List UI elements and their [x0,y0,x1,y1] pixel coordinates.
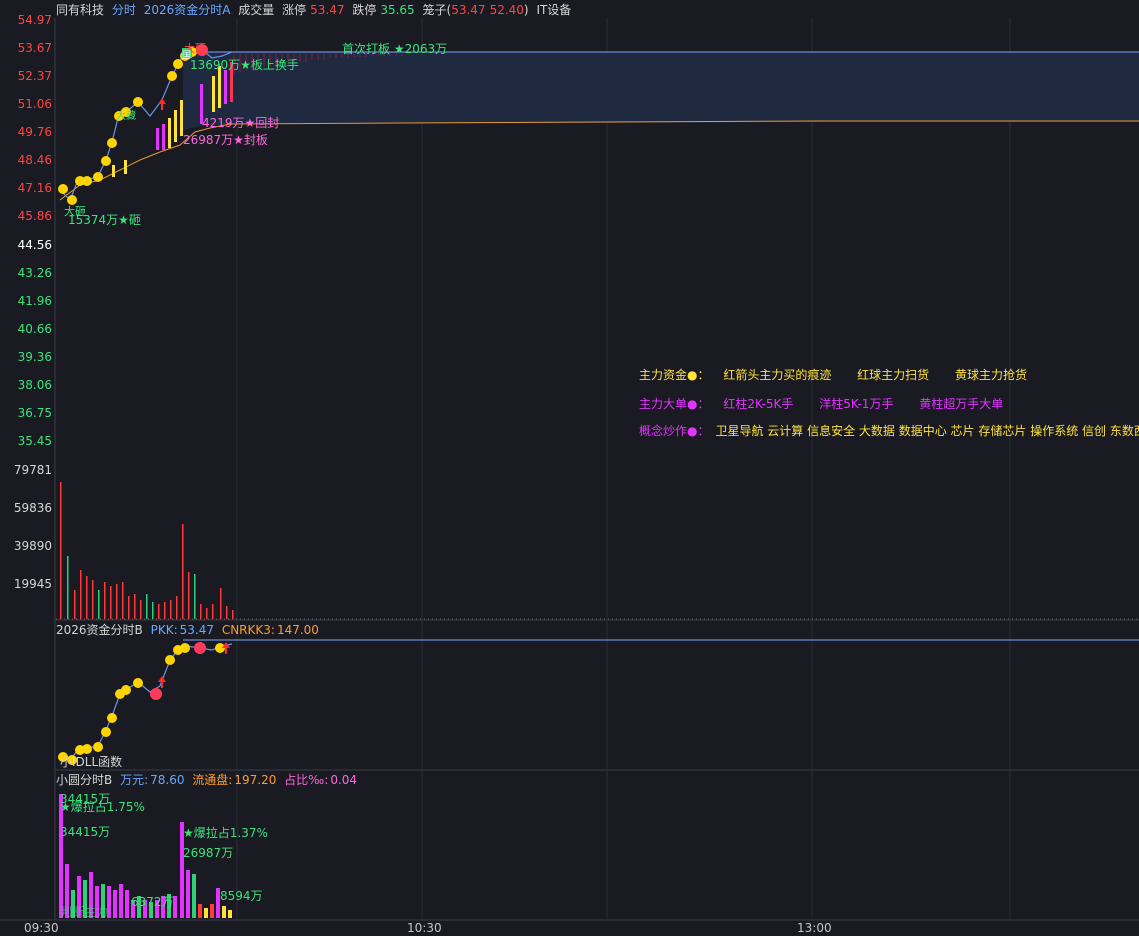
chart-canvas[interactable] [0,0,1139,936]
volume-bars [60,482,234,619]
time-tick: 10:30 [407,921,442,935]
wan-label: 万元: [120,773,149,787]
float-label: 流通盘: [192,773,233,787]
legend-row3-label: 概念炒作●： [639,424,710,438]
price-fill-area [183,52,1139,130]
panel-b-line [59,643,233,761]
ratio-label: 占比‰: [284,773,329,787]
panel-c-annotation: 8594万 [220,889,263,903]
time-tick: 09:30 [24,921,59,935]
panel-b-red-ball-icon [150,688,162,700]
panel-c-annotation: 26987万 [183,846,234,860]
cn-label: CNRKK3: [221,623,275,637]
panel-c-annotation: ★爆拉占1.37% [183,826,268,840]
header-c: 小圆分时B 万元: 78.60 流通盘: 197.20 占比‰: 0.04 [56,772,361,788]
wan-value: 78.60 [150,773,185,787]
annotation-first-board: 首次打板 ★2063万 [342,42,448,56]
legend-row-main-fund: 主力资金●： 红箭头主力买的痕迹 红球主力扫货 黄球主力抢货 [639,366,1037,383]
panel-b-footer: 小IDLL函数 [60,755,123,769]
legend-row2-label: 主力大单●： [639,397,710,411]
legend-row2-item: 黄柱超万手大单 [919,397,1004,411]
panel-b-red-ball-icon [194,642,206,654]
panel-c-annotation: 判断主力 [60,905,109,919]
panel-c-annotation: 34415万 [60,825,111,839]
pkk-label: PKK: [150,623,178,637]
ratio-value: 0.04 [330,773,358,787]
panel-c-annotation: ★爆拉占1.75% [60,800,145,814]
legend-row3-items: 卫星导航 云计算 信息安全 大数据 数据中心 芯片 存储芯片 操作系统 信创 东… [715,424,1139,438]
legend-row-big-orders: 主力大单●： 红柱2K-5K手 洋柱5K-1万手 黄柱超万手大单 [639,395,1013,412]
legend-row1-item: 红箭头主力买的痕迹 [723,368,832,382]
legend-row1-label: 主力资金●： [639,368,710,382]
header-b: 2026资金分时B PKK: 53.47 CNRKK3: 147.00 [56,622,323,638]
red-arrow-icon [158,98,166,110]
indicator-c-label[interactable]: 小圆分时B [56,773,112,787]
annotation-board-change: 13690万★板上换手 [190,58,299,72]
annotation-tag-pull: 大砸 [64,205,86,218]
time-tick: 13:00 [797,921,832,935]
panel-b-dots [58,643,225,765]
legend-row1-item: 黄球主力抢货 [955,368,1028,382]
legend-row2-item: 红柱2K-5K手 [723,397,794,411]
legend-row-concepts: 概念炒作●： 卫星导航 云计算 信息安全 大数据 数据中心 芯片 存储芯片 操作系… [639,422,1139,439]
panel-b-red-arrow-icon [222,642,230,654]
float-value: 197.20 [234,773,277,787]
annotation-tag-tl: 国 [182,51,192,61]
annotation-reseal: 4219万★回封 [202,116,280,130]
annotation-seal: 26987万★封板 [183,133,268,147]
annotation-tag-big: 大藏 [116,111,136,122]
indicator-b-label[interactable]: 2026资金分时B [56,623,143,637]
legend-row2-item: 洋柱5K-1万手 [819,397,894,411]
cn-value: 147.00 [276,623,319,637]
panel-c-annotation: 6372万 [131,895,174,909]
pkk-value: 53.47 [179,623,214,637]
legend-row1-item: 红球主力扫货 [857,368,930,382]
